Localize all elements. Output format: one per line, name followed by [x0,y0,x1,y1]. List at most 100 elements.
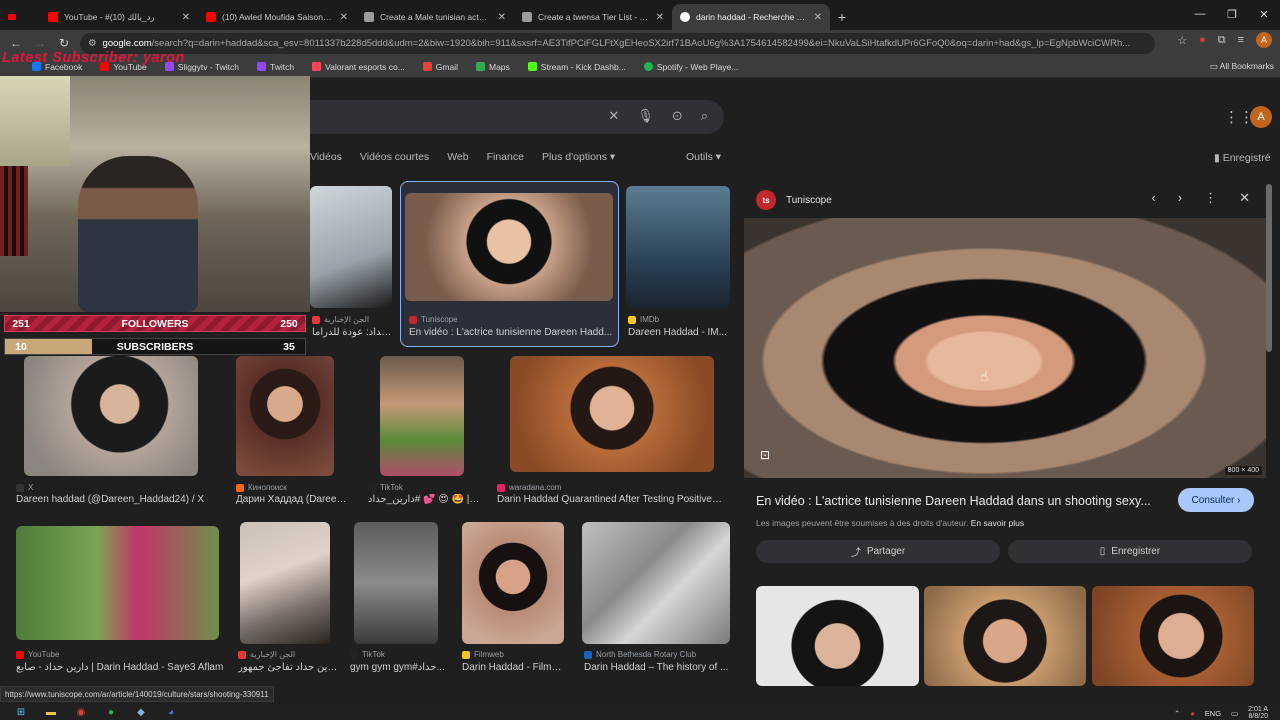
file-explorer-icon[interactable]: ▬ [42,705,60,719]
result-caption-1[interactable]: دارين حداد: عودة للدراما [312,327,392,338]
result-caption-12[interactable]: Darin Haddad – The history of ... [584,662,730,673]
preview-header: ts Tuniscope [756,190,832,210]
microphone-icon[interactable]: 🎙 [637,108,654,124]
bookmark-spotify[interactable]: Spotify - Web Playe... [643,62,738,72]
result-image-5[interactable] [236,356,334,476]
search-icon[interactable]: ⌕ [701,108,708,124]
site-info-icon[interactable]: ⚙ [88,38,97,49]
close-icon[interactable]: ✕ [182,12,190,23]
chrome-icon[interactable]: ◉ [72,705,90,719]
result-image-1[interactable] [310,186,392,308]
preview-title[interactable]: En vidéo : L'actrice tunisienne Dareen H… [756,494,1151,508]
tools-button[interactable]: Outils ▾ [686,151,721,163]
result-image-12[interactable] [582,522,730,644]
tab-3[interactable]: Create a Male tunisian actors Ti ✕ [356,4,514,30]
filter-web[interactable]: Web [447,151,468,163]
tab-4[interactable]: Create a twensa Tier List - Tier ✕ [514,4,672,30]
windows-taskbar: ⊞ ▬ ◉ ● ◆ ◕ ⌃ ● ENG ▭ 2:01 A 8/8/20 [0,704,1280,720]
preview-image[interactable]: ⊡ ☝ 800 × 400 [744,218,1266,478]
saved-link[interactable]: ▮ Enregistré [1214,152,1271,164]
result-image-3[interactable] [626,186,730,308]
tray-chevron-icon[interactable]: ⌃ [1174,709,1180,718]
account-avatar[interactable]: A [1250,106,1272,128]
tab-2[interactable]: (10) Awled Moufida Saison 01 E ✕ [198,4,356,30]
google-icon [680,12,690,22]
save-button[interactable]: ▯ Enregistrer [1008,540,1252,563]
followers-label: FOLLOWERS [121,317,189,330]
maximize-icon[interactable]: ❐ [1216,0,1248,28]
result-caption-8[interactable]: دارين حداد - صابع | Darin Haddad - Saye3… [16,662,226,673]
clock[interactable]: 2:01 A 8/8/20 [1248,706,1268,720]
all-bookmarks[interactable]: ▭ All Bookmarks [1210,61,1274,72]
webcam-window [0,76,70,166]
preview-source-name[interactable]: Tuniscope [786,195,832,206]
related-image-2[interactable] [924,586,1086,686]
bookmark-valorant[interactable]: Valorant esports co... [312,62,405,72]
result-source-12: North Bethesda Rotary Club [584,650,696,659]
bookmark-maps[interactable]: Maps [476,62,510,72]
minimize-icon[interactable]: — [1184,0,1216,28]
media-icon[interactable]: ≡ [1238,34,1244,46]
result-caption-11[interactable]: Darin Haddad - Filmw... [462,662,566,673]
new-tab-button[interactable]: + [830,4,854,30]
preview-scrollbar[interactable] [1266,184,1272,352]
filter-finance[interactable]: Finance [487,151,524,163]
extensions-puzzle-icon[interactable]: ⧉ [1218,34,1226,47]
filter-more-options[interactable]: Plus d'options ▾ [542,151,615,163]
result-image-9[interactable] [240,522,330,644]
bookmark-kick[interactable]: Stream - Kick Dashb... [527,62,626,72]
result-image-2[interactable] [405,193,613,301]
result-caption-7[interactable]: Darin Haddad Quarantined After Testing P… [497,494,722,505]
tab-5-active[interactable]: darin haddad - Recherche Goog ✕ [672,4,830,30]
related-image-3[interactable] [1092,586,1254,686]
tab-1[interactable]: YouTube - #رد_بالك (10) ✕ [40,4,198,30]
result-image-11[interactable] [462,522,564,644]
close-icon[interactable]: ✕ [498,12,506,23]
result-image-8[interactable] [16,526,219,640]
extension-icon[interactable]: ● [1199,34,1206,46]
address-bar[interactable]: ⚙ google.com/search?q=darin+haddad&sca_e… [80,33,1155,54]
close-icon[interactable]: ✕ [340,12,348,23]
profile-avatar[interactable]: A [1256,32,1272,48]
result-image-7[interactable] [510,356,714,472]
consult-button[interactable]: Consulter › [1178,488,1254,512]
windows-start-icon[interactable]: ⊞ [12,705,30,719]
camera-lens-icon[interactable]: ⊙ [672,108,683,124]
result-image-4[interactable] [24,356,198,476]
bookmark-gmail[interactable]: Gmail [422,62,458,72]
spotify-icon[interactable]: ● [102,705,120,719]
clear-icon[interactable]: ✕ [608,108,619,124]
result-caption-2[interactable]: En vidéo : L'actrice tunisienne Dareen H… [409,327,614,338]
result-caption-10[interactable]: gym gym gym#حداد... [350,662,450,673]
result-caption-5[interactable]: Дарин Хаддад (Dareen H... [236,494,348,505]
result-caption-4[interactable]: Dareen haddad (@Dareen_Haddad24) / X [16,494,216,505]
result-image-10[interactable] [354,522,438,644]
bookmark-twitch[interactable]: Twitch [257,62,294,72]
close-icon[interactable]: ✕ [1239,190,1250,206]
next-icon[interactable]: › [1178,190,1182,206]
share-button[interactable]: ⤴ Partager [756,540,1000,563]
filter-short-videos[interactable]: Vidéos courtes [360,151,429,163]
more-options-icon[interactable]: ⋮ [1204,190,1217,206]
bookmark-star-icon[interactable]: ☆ [1177,34,1187,47]
result-image-6[interactable] [380,356,464,476]
tray-mic-icon[interactable]: ● [1190,709,1195,718]
tray-lang[interactable]: ENG [1205,709,1221,718]
network-icon[interactable]: ▭ [1231,709,1238,718]
app-icon[interactable]: ◆ [132,705,150,719]
previous-icon[interactable]: ‹ [1151,190,1155,206]
result-caption-9[interactable]: دارين حداد تفاجئ جمهور... [238,662,338,673]
close-icon[interactable]: ✕ [814,12,822,23]
tab-menu[interactable] [0,4,40,30]
result-caption-3[interactable]: Dareen Haddad - IM... [628,327,730,338]
learn-more-link[interactable]: En savoir plus [971,518,1024,528]
google-lens-icon[interactable]: ⊡ [760,448,770,462]
close-window-icon[interactable]: ✕ [1248,0,1280,28]
filter-videos[interactable]: Vidéos [310,151,342,163]
discord-icon[interactable]: ◕ [162,705,180,719]
result-caption-6[interactable]: دارين_حداد# 💕 😍 🤩 | ...ok [368,494,480,505]
search-box[interactable]: ✕ 🎙 ⊙ ⌕ [300,100,724,134]
related-image-1[interactable] [756,586,919,686]
tiermaker-icon [364,12,374,22]
close-icon[interactable]: ✕ [656,12,664,23]
